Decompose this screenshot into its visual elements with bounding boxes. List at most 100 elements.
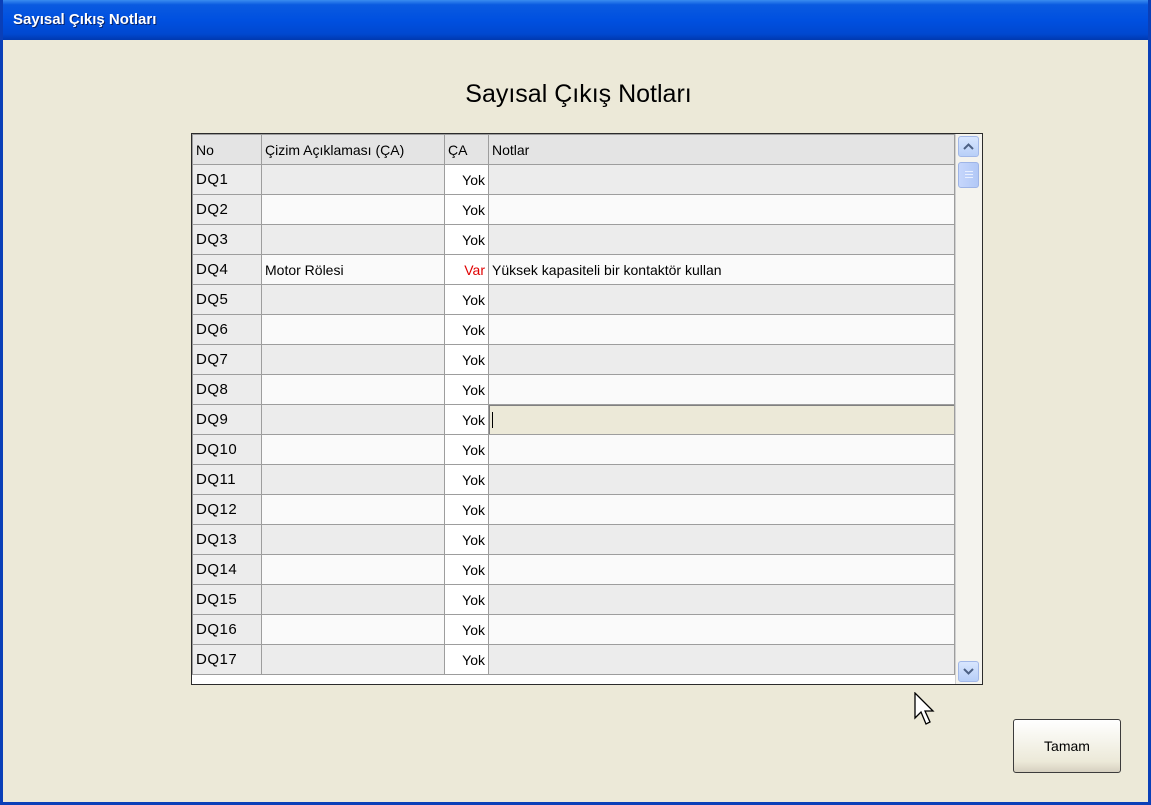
row-number-cell: DQ1 — [192, 164, 262, 195]
row-number-cell: DQ5 — [192, 284, 262, 315]
window-title: Sayısal Çıkış Notları — [3, 0, 1148, 40]
notes-cell[interactable]: Yüksek kapasiteli bir kontaktör kullan — [488, 254, 955, 285]
column-header-notes[interactable]: Notlar — [488, 134, 955, 165]
ca-status-cell[interactable]: Var — [444, 254, 489, 285]
row-number-cell: DQ14 — [192, 554, 262, 585]
table-header-row: No Çizim Açıklaması (ÇA) ÇA Notlar — [192, 134, 955, 165]
ca-status-cell[interactable]: Yok — [444, 284, 489, 315]
description-cell[interactable] — [261, 584, 445, 615]
column-header-description[interactable]: Çizim Açıklaması (ÇA) — [261, 134, 445, 165]
table-row[interactable]: DQ4 Motor Rölesi Var Yüksek kapasiteli bir … — [192, 254, 955, 285]
description-cell[interactable] — [261, 614, 445, 645]
chevron-down-icon — [963, 668, 974, 675]
description-cell[interactable]: Motor Rölesi — [261, 254, 445, 285]
ca-status-cell[interactable]: Yok — [444, 554, 489, 585]
scroll-down-button[interactable] — [958, 661, 979, 682]
row-number-cell: DQ6 — [192, 314, 262, 345]
ok-button[interactable]: Tamam — [1013, 719, 1121, 773]
row-number-cell: DQ8 — [192, 374, 262, 405]
row-number-cell: DQ4 — [192, 254, 262, 285]
notes-cell[interactable] — [488, 494, 955, 525]
table-row[interactable]: DQ7 Yok — [192, 344, 955, 375]
notes-cell[interactable] — [488, 524, 955, 555]
notes-table: No Çizim Açıklaması (ÇA) ÇA Notlar DQ1 Yo… — [192, 134, 955, 675]
row-number-cell: DQ15 — [192, 584, 262, 615]
table-row[interactable]: DQ16 Yok — [192, 614, 955, 645]
row-number-cell: DQ10 — [192, 434, 262, 465]
table-row[interactable]: DQ11 Yok — [192, 464, 955, 495]
column-header-no[interactable]: No — [192, 134, 262, 165]
row-number-cell: DQ3 — [192, 224, 262, 255]
ca-status-cell[interactable]: Yok — [444, 614, 489, 645]
table-row[interactable]: DQ14 Yok — [192, 554, 955, 585]
chevron-up-icon — [963, 143, 974, 150]
ca-status-cell[interactable]: Yok — [444, 494, 489, 525]
table-row[interactable]: DQ8 Yok — [192, 374, 955, 405]
ca-status-cell[interactable]: Yok — [444, 224, 489, 255]
ca-status-cell[interactable]: Yok — [444, 464, 489, 495]
table-row[interactable]: DQ10 Yok — [192, 434, 955, 465]
table-row[interactable]: DQ5 Yok — [192, 284, 955, 315]
text-caret — [492, 412, 493, 429]
ca-status-cell[interactable]: Yok — [444, 584, 489, 615]
description-cell[interactable] — [261, 194, 445, 225]
row-number-cell: DQ13 — [192, 524, 262, 555]
row-number-cell: DQ2 — [192, 194, 262, 225]
table-row[interactable]: DQ9 Yok — [192, 404, 955, 435]
notes-cell[interactable] — [488, 614, 955, 645]
table-row[interactable]: DQ13 Yok — [192, 524, 955, 555]
description-cell[interactable] — [261, 314, 445, 345]
table-row[interactable]: DQ17 Yok — [192, 644, 955, 675]
description-cell[interactable] — [261, 494, 445, 525]
row-number-cell: DQ16 — [192, 614, 262, 645]
ca-status-cell[interactable]: Yok — [444, 314, 489, 345]
notes-cell[interactable] — [488, 224, 955, 255]
notes-cell[interactable] — [488, 164, 955, 195]
row-number-cell: DQ11 — [192, 464, 262, 495]
description-cell[interactable] — [261, 374, 445, 405]
notes-cell[interactable] — [488, 284, 955, 315]
row-number-cell: DQ9 — [192, 404, 262, 435]
description-cell[interactable] — [261, 284, 445, 315]
notes-cell[interactable] — [488, 374, 955, 405]
vertical-scrollbar[interactable] — [955, 134, 982, 684]
ca-status-cell[interactable]: Yok — [444, 344, 489, 375]
ca-status-cell[interactable]: Yok — [444, 524, 489, 555]
ca-status-cell[interactable]: Yok — [444, 164, 489, 195]
page-title: Sayısal Çıkış Notları — [465, 80, 692, 108]
table-row[interactable]: DQ3 Yok — [192, 224, 955, 255]
table-row[interactable]: DQ2 Yok — [192, 194, 955, 225]
ca-status-cell[interactable]: Yok — [444, 194, 489, 225]
table-row[interactable]: DQ6 Yok — [192, 314, 955, 345]
notes-cell[interactable] — [488, 554, 955, 585]
description-cell[interactable] — [261, 404, 445, 435]
notes-cell[interactable] — [488, 584, 955, 615]
description-cell[interactable] — [261, 644, 445, 675]
description-cell[interactable] — [261, 524, 445, 555]
description-cell[interactable] — [261, 224, 445, 255]
row-number-cell: DQ17 — [192, 644, 262, 675]
notes-cell[interactable] — [488, 434, 955, 465]
notes-cell[interactable] — [488, 194, 955, 225]
description-cell[interactable] — [261, 464, 445, 495]
notes-edit-field[interactable] — [488, 404, 955, 435]
description-cell[interactable] — [261, 164, 445, 195]
notes-cell[interactable] — [488, 464, 955, 495]
table-row[interactable]: DQ12 Yok — [192, 494, 955, 525]
dialog-window: Sayısal Çıkış Notları Sayısal Çıkış Notl… — [0, 0, 1151, 805]
description-cell[interactable] — [261, 554, 445, 585]
ca-status-cell[interactable]: Yok — [444, 434, 489, 465]
scroll-thumb[interactable] — [958, 162, 979, 188]
description-cell[interactable] — [261, 434, 445, 465]
notes-cell[interactable] — [488, 644, 955, 675]
ca-status-cell[interactable]: Yok — [444, 644, 489, 675]
column-header-ca[interactable]: ÇA — [444, 134, 489, 165]
table-row[interactable]: DQ1 Yok — [192, 164, 955, 195]
table-row[interactable]: DQ15 Yok — [192, 584, 955, 615]
notes-cell[interactable] — [488, 344, 955, 375]
ca-status-cell[interactable]: Yok — [444, 374, 489, 405]
description-cell[interactable] — [261, 344, 445, 375]
ca-status-cell[interactable]: Yok — [444, 404, 489, 435]
scroll-up-button[interactable] — [958, 136, 979, 157]
notes-cell[interactable] — [488, 314, 955, 345]
